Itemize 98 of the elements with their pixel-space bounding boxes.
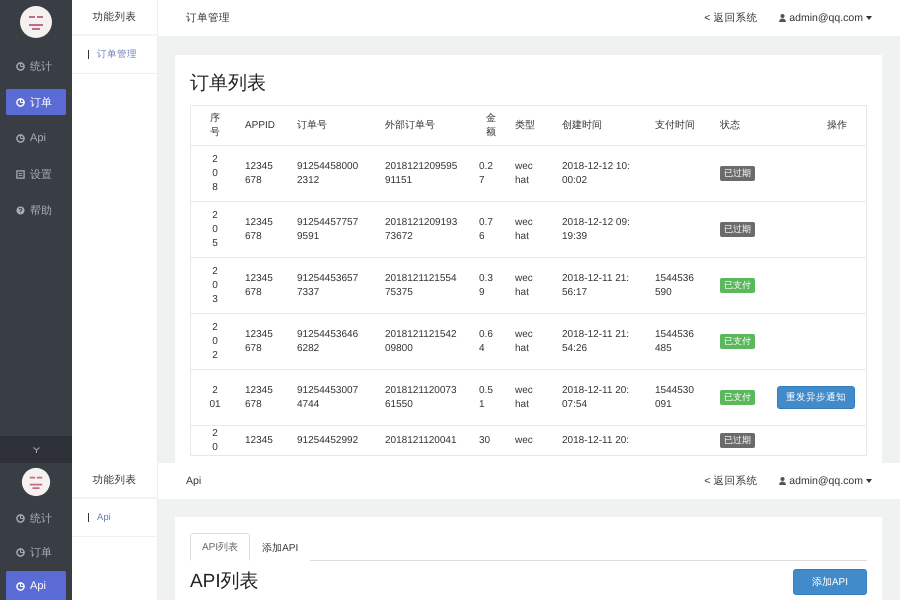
table-cell-text: 0.3 9 xyxy=(478,272,493,300)
user-menu[interactable]: admin@qq.com xyxy=(779,12,872,24)
table-cell-text: wec hat xyxy=(514,216,533,244)
table-cell-text: wec hat xyxy=(514,384,533,412)
table-cell: 2 0 2 xyxy=(212,320,218,362)
table-cell-text: 2018-12-12 10: 00:02 xyxy=(561,160,630,188)
chart-icon xyxy=(16,98,25,106)
table-cell-text: 30 xyxy=(478,434,490,448)
table-cell-text: wec hat xyxy=(514,160,533,188)
sidebar-item[interactable]: Api xyxy=(6,571,66,600)
chart-icon xyxy=(16,514,25,522)
submenu-item[interactable]: Api xyxy=(72,499,157,537)
table-cell: 2 01 xyxy=(209,384,221,412)
logo-icon xyxy=(21,467,51,497)
table-cell: 2 0 xyxy=(212,426,218,454)
table-cell-text: 2018-12-12 09: 19:39 xyxy=(561,216,630,244)
page-title: API列表 xyxy=(190,570,259,594)
collapse-toggle[interactable] xyxy=(0,436,72,463)
table-cell-text: 12345 678 xyxy=(244,160,273,188)
table-cell-text: 2018-12-11 21: 54:26 xyxy=(561,328,630,356)
chart-icon xyxy=(16,134,25,142)
column-header: 序号 xyxy=(210,112,220,140)
table-cell-text: 12345 678 xyxy=(244,328,273,356)
back-link[interactable]: < 返回系统 xyxy=(704,11,758,25)
table-cell-text: 0.2 7 xyxy=(478,160,493,188)
table-cell-text: 91254457757 9591 xyxy=(296,216,358,244)
chevron-down-icon xyxy=(32,446,40,452)
table-cell-text: 1544536 485 xyxy=(654,328,694,356)
status-badge: 已过期 xyxy=(720,166,755,181)
sidebar-item[interactable]: 订单 xyxy=(6,537,66,567)
table-cell-text: 2018121209193 73672 xyxy=(384,216,458,244)
list-icon xyxy=(16,170,25,178)
table-cell-text: 2018121121542 09800 xyxy=(384,328,457,356)
status-badge: 已支付 xyxy=(720,390,755,405)
submenu-item[interactable]: 订单管理 xyxy=(72,36,157,74)
table-cell-text: 0.7 6 xyxy=(478,216,493,244)
table-cell-text: wec hat xyxy=(514,272,533,300)
sidebar-item[interactable]: Api xyxy=(6,125,66,151)
breadcrumb: Api xyxy=(186,475,202,487)
table-cell-text: 0.5 1 xyxy=(478,384,493,412)
table-cell: 2 0 8 xyxy=(212,152,218,194)
add-api-button[interactable]: 添加API xyxy=(792,569,867,595)
caret-icon xyxy=(866,16,872,20)
chart-icon xyxy=(16,62,25,70)
column-header: 创建时间 xyxy=(561,118,602,132)
user-icon xyxy=(779,477,786,485)
table-cell-text: 2018121120041 xyxy=(384,434,457,448)
table-cell-text: 91254453646 6282 xyxy=(296,328,358,356)
help-icon xyxy=(16,206,25,214)
table-cell-text: 91254453657 7337 xyxy=(296,272,358,300)
logo-icon xyxy=(19,5,53,39)
user-icon xyxy=(779,14,786,22)
status-badge: 已过期 xyxy=(720,433,755,448)
table-cell-text: 91254453007 4744 xyxy=(296,384,358,412)
status-badge: 已过期 xyxy=(720,222,755,237)
page-title: 订单列表 xyxy=(190,72,267,96)
table-cell-text: 12345 678 xyxy=(244,272,273,300)
tab[interactable]: API列表 xyxy=(190,533,250,561)
table-cell: 2 0 3 xyxy=(212,264,218,306)
table-cell-text: 2018121209595 91151 xyxy=(384,160,458,188)
chart-icon xyxy=(16,548,25,556)
table-cell-text: 0.6 4 xyxy=(478,328,493,356)
status-badge: 已支付 xyxy=(720,278,755,293)
user-menu[interactable]: admin@qq.com xyxy=(779,475,872,487)
table-cell-text: 2018121121554 75375 xyxy=(384,272,457,300)
column-header: 支付时间 xyxy=(654,118,695,132)
sidebar-item[interactable]: 设置 xyxy=(6,161,66,187)
column-header: 订单号 xyxy=(296,118,327,132)
sidebar-item[interactable]: 帮助 xyxy=(6,197,66,223)
chart-icon xyxy=(16,582,25,590)
sidebar-item[interactable]: 统计 xyxy=(6,503,66,533)
column-header: 外部订单号 xyxy=(384,118,435,132)
column-header: 操作 xyxy=(826,118,848,132)
table-cell-text: wec xyxy=(514,434,533,448)
column-header: APPID xyxy=(244,118,276,132)
caret-icon xyxy=(866,479,872,483)
sidebar-item[interactable]: 订单 xyxy=(6,89,66,115)
column-header: 状态 xyxy=(719,118,740,132)
table-cell-text: 2018121120073 61550 xyxy=(384,384,457,412)
table-cell-text: 91254452992 xyxy=(296,434,358,448)
table-cell-text: wec hat xyxy=(514,328,533,356)
breadcrumb: 订单管理 xyxy=(186,11,230,25)
table-cell-text: 2018-12-11 20: 07:54 xyxy=(561,384,630,412)
resend-notification-button[interactable]: 重发异步通知 xyxy=(777,386,855,409)
table-cell-text: 12345 678 xyxy=(244,384,273,412)
back-link[interactable]: < 返回系统 xyxy=(704,474,758,488)
table-cell-text: 12345 678 xyxy=(244,216,273,244)
table-cell-text: 2018-12-11 21: 56:17 xyxy=(561,272,630,300)
column-header: 金额 xyxy=(486,112,496,140)
table-cell-text: 1544530 091 xyxy=(654,384,694,412)
table-cell-text: 12345 xyxy=(244,434,273,448)
column-header: 类型 xyxy=(514,118,535,132)
table-cell: 2 0 5 xyxy=(212,208,218,250)
table-cell-text: 2018-12-11 20: xyxy=(561,434,630,448)
sidebar-item[interactable]: 统计 xyxy=(6,53,66,79)
table-cell-text: 1544536 590 xyxy=(654,272,694,300)
status-badge: 已支付 xyxy=(720,334,755,349)
table-cell-text: 91254458000 2312 xyxy=(296,160,358,188)
